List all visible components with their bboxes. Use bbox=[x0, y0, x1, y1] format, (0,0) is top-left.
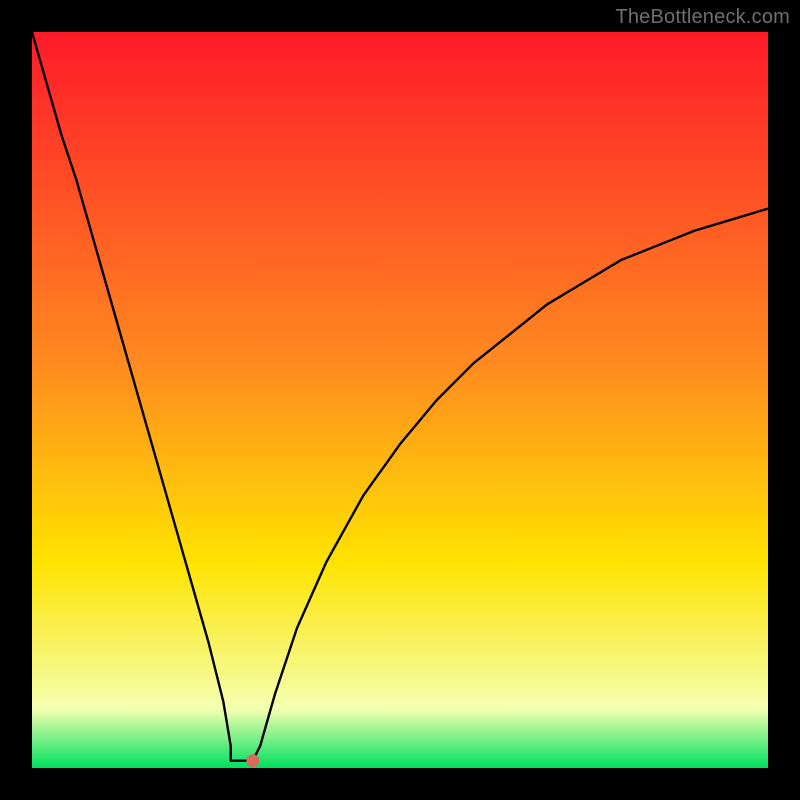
gradient-background bbox=[32, 32, 768, 768]
plot-area bbox=[32, 32, 768, 768]
watermark-text: TheBottleneck.com bbox=[615, 6, 790, 29]
bottleneck-curve-chart bbox=[32, 32, 768, 768]
chart-frame: TheBottleneck.com bbox=[0, 0, 800, 800]
minimum-marker bbox=[246, 754, 259, 767]
